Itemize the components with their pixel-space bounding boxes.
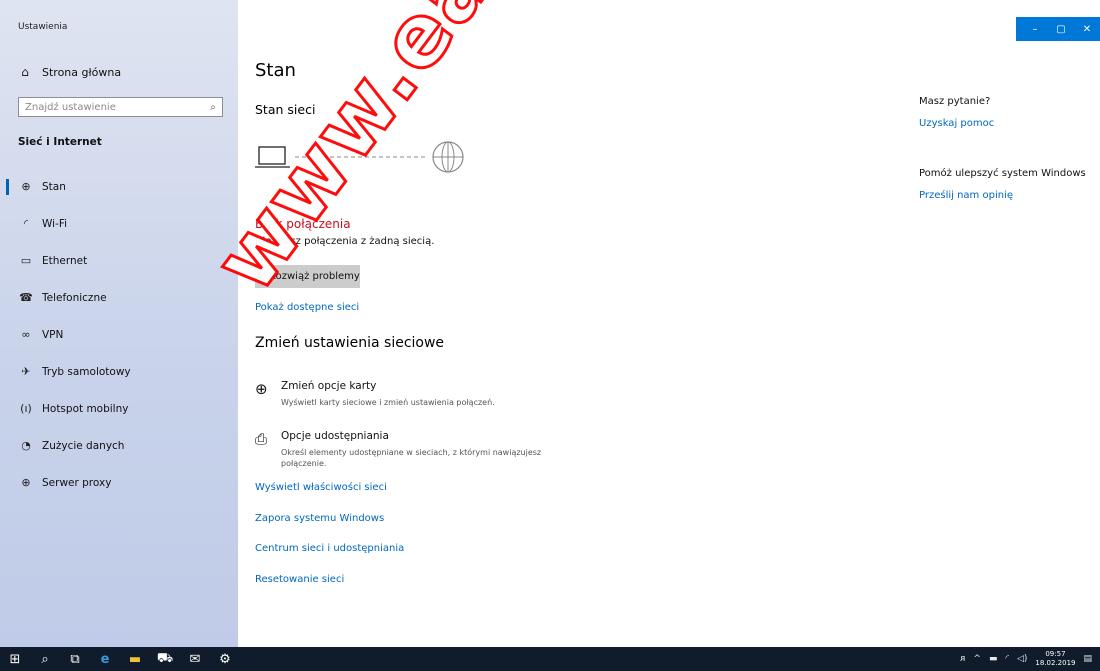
page-title: Stan [255, 60, 296, 81]
question-heading: Masz pytanie? [919, 96, 991, 107]
sidebar-item-label: Stan [42, 180, 66, 193]
network-diagram [255, 141, 464, 173]
sidebar-item-wi-fi[interactable]: ◜ Wi-Fi [0, 205, 238, 242]
taskbar: ⊞ ⌕ ⧉ e ▬ ⛟ ✉ ⚙ ᴙ ^ ▬ ◜ ◁) 09:57 18.02.2… [0, 647, 1100, 671]
search-box: ⌕ [18, 97, 223, 117]
section-title: Sieć i Internet [18, 136, 102, 148]
network-center-link[interactable]: Centrum sieci i udostępniania [255, 543, 404, 554]
network-status-heading: Stan sieci [255, 102, 316, 117]
sidebar-item-label: Wi-Fi [42, 217, 68, 230]
adapter-icon: ⊕ [255, 380, 268, 398]
edge-icon[interactable]: e [90, 647, 120, 671]
battery-icon[interactable]: ▬ [989, 654, 998, 664]
change-settings-heading: Zmień ustawienia sieciowe [255, 335, 445, 351]
data-usage-icon: ◔ [21, 439, 31, 452]
search-input[interactable] [19, 100, 204, 114]
system-tray: ᴙ ^ ▬ ◜ ◁) 09:57 18.02.2019 ▤ [960, 647, 1100, 671]
window-controls: – ▢ ✕ [1016, 17, 1100, 41]
adapter-options[interactable]: ⊕ Zmień opcje karty Wyświetl karty sieci… [255, 380, 575, 410]
show-networks-link[interactable]: Pokaż dostępne sieci [255, 302, 359, 313]
search-icon[interactable]: ⌕ [30, 647, 60, 671]
sidebar-item-label: Zużycie danych [42, 439, 125, 452]
sidebar-item-tryb-samolotowy[interactable]: ✈ Tryb samolotowy [0, 353, 238, 390]
no-connection-title: Brak połączenia [255, 217, 351, 231]
people-icon[interactable]: ᴙ [960, 654, 965, 664]
sidebar: Ustawienia ⌂ Strona główna ⌕ Sieć i Inte… [0, 0, 238, 647]
notifications-icon[interactable]: ▤ [1083, 654, 1092, 664]
adapter-options-desc: Wyświetl karty sieciowe i zmień ustawien… [281, 398, 495, 407]
no-connection-desc: Nie masz połączenia z żadną siecią. [255, 236, 435, 247]
app-title: Ustawienia [18, 22, 68, 32]
sidebar-item-label: Hotspot mobilny [42, 402, 129, 415]
sidebar-item-label: Ethernet [42, 254, 88, 267]
get-help-link[interactable]: Uzyskaj pomoc [919, 118, 994, 129]
clock-time: 09:57 [1045, 650, 1066, 658]
dialup-icon: ☎ [19, 291, 33, 304]
network-reset-link[interactable]: Resetowanie sieci [255, 574, 344, 585]
sidebar-nav: ⊕ Stan ◜ Wi-Fi ▭ Ethernet ☎ Telefoniczne ∞ VPN ✈ Tr… [0, 168, 238, 501]
troubleshoot-label: Rozwiąż problemy [269, 271, 360, 282]
internet-globe-icon [432, 141, 464, 173]
home-link[interactable]: ⌂ Strona główna [18, 63, 121, 81]
sidebar-item-hotspot-mobilny[interactable]: (ı) Hotspot mobilny [0, 390, 238, 427]
airplane-icon: ✈ [21, 365, 31, 378]
sidebar-item-label: Telefoniczne [42, 291, 107, 304]
sidebar-item-serwer-proxy[interactable]: ⊕ Serwer proxy [0, 464, 238, 501]
sharing-options-desc: Określ elementy udostępniane w sieciach,… [281, 448, 542, 468]
close-button[interactable]: ✕ [1074, 17, 1100, 41]
sharing-options-title: Opcje udostępniania [281, 430, 389, 442]
improve-heading: Pomóż ulepszyć system Windows [919, 168, 1086, 179]
volume-icon[interactable]: ◁) [1017, 654, 1027, 664]
store-icon[interactable]: ⛟ [150, 647, 180, 671]
wifi-icon: ◜ [23, 217, 29, 230]
clock-date: 18.02.2019 [1035, 659, 1076, 667]
mail-icon[interactable]: ✉ [180, 647, 210, 671]
sidebar-item-label: VPN [42, 328, 64, 341]
task-view-icon[interactable]: ⧉ [60, 647, 90, 671]
feedback-link[interactable]: Prześlij nam opinię [919, 190, 1013, 201]
sharing-icon: ⎙ [255, 430, 268, 448]
sidebar-item-telefoniczne[interactable]: ☎ Telefoniczne [0, 279, 238, 316]
sidebar-item-vpn[interactable]: ∞ VPN [0, 316, 238, 353]
sidebar-item-stan[interactable]: ⊕ Stan [0, 168, 238, 205]
status-icon: ⊕ [21, 180, 31, 193]
adapter-options-title: Zmień opcje karty [281, 380, 377, 392]
globe-icon: ⊕ [21, 476, 31, 489]
ethernet-icon: ▭ [20, 254, 32, 267]
maximize-button[interactable]: ▢ [1048, 17, 1074, 41]
sidebar-item-zużycie-danych[interactable]: ◔ Zużycie danych [0, 427, 238, 464]
network-icon[interactable]: ◜ [1005, 654, 1009, 664]
clock[interactable]: 09:57 18.02.2019 [1035, 650, 1075, 668]
search-icon[interactable]: ⌕ [204, 102, 222, 113]
home-icon: ⌂ [21, 65, 29, 79]
laptop-icon [255, 146, 290, 168]
sidebar-item-label: Serwer proxy [42, 476, 112, 489]
network-properties-link[interactable]: Wyświetl właściwości sieci [255, 482, 387, 493]
minimize-button[interactable]: – [1016, 17, 1048, 41]
sharing-options[interactable]: ⎙ Opcje udostępniania Określ elementy ud… [255, 430, 575, 470]
settings-icon[interactable]: ⚙ [210, 647, 240, 671]
warning-icon: ⚠ [255, 271, 265, 282]
hotspot-icon: (ı) [20, 402, 32, 415]
troubleshoot-button[interactable]: ⚠ Rozwiąż problemy [255, 265, 360, 288]
windows-start-icon[interactable]: ⊞ [0, 647, 30, 671]
home-label: Strona główna [42, 65, 122, 79]
vpn-icon: ∞ [21, 328, 31, 341]
file-explorer-icon[interactable]: ▬ [120, 647, 150, 671]
sidebar-item-ethernet[interactable]: ▭ Ethernet [0, 242, 238, 279]
chevron-up-icon[interactable]: ^ [973, 654, 981, 664]
firewall-link[interactable]: Zapora systemu Windows [255, 513, 384, 524]
sidebar-item-label: Tryb samolotowy [42, 365, 131, 378]
